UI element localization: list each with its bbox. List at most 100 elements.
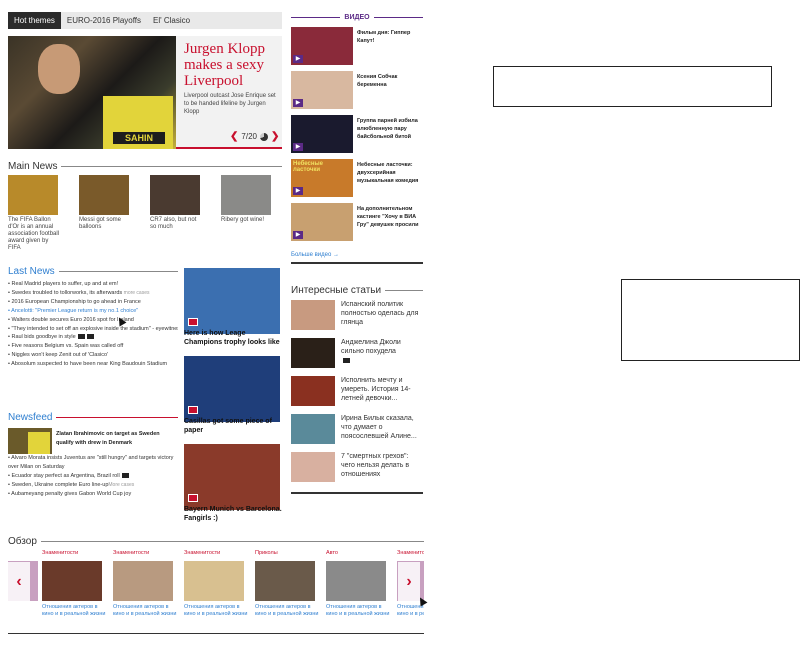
last-news-text[interactable]: Niggles won't keep Zenit out of 'Clasico… (11, 352, 108, 358)
obzor-thumb[interactable] (184, 561, 244, 601)
newsfeed-item[interactable]: Aubameyang penalty gives Gabon World Cup… (8, 490, 178, 499)
chevron-left-icon[interactable]: ‹ (8, 562, 30, 602)
article-thumb[interactable] (291, 338, 335, 368)
article-title[interactable]: Исполнить мечту и умереть. История 14-ле… (341, 376, 423, 403)
newsfeed-item[interactable]: Alvaro Morata insists Juventus are "stil… (8, 454, 178, 472)
obzor-thumb[interactable] (113, 561, 173, 601)
hero-subtitle: Liverpool outcast Jose Enrique set to be… (184, 93, 276, 115)
last-news-item[interactable]: Abosolum suspected to have been near Kin… (8, 360, 178, 369)
obzor-title[interactable]: Отношения актеров в кино и в реальной жи… (42, 604, 106, 617)
photo-gallery-icon (188, 406, 198, 414)
video-title[interactable]: Небесные ласточки: двухсерийная музыкаль… (357, 161, 421, 185)
hero-image[interactable]: SAHIN (8, 36, 176, 149)
main-news-caption[interactable]: CR7 also, but not so much (150, 217, 202, 231)
video-title[interactable]: ВИДЕО (344, 14, 369, 21)
last-news-text[interactable]: Raul bids goodbye in style (11, 334, 75, 340)
photo-card-title[interactable]: Here is how Leage Champions trophy looks… (184, 330, 282, 347)
newsfeed-text[interactable]: Alvaro Morata insists Juventus are "stil… (8, 455, 173, 470)
hero-slider: SAHIN Jurgen Klopp makes a sexy Liverpoo… (8, 36, 282, 149)
interesting-title[interactable]: Интересные статьи (291, 285, 381, 296)
obzor-thumb[interactable] (326, 561, 386, 601)
article-thumb[interactable] (291, 376, 335, 406)
main-news-thumb[interactable] (79, 175, 129, 215)
last-news-text[interactable]: "They intended to set off an explosive i… (11, 326, 178, 332)
article-title[interactable]: Испанский политик полностью оделась для … (341, 300, 423, 327)
obzor-category[interactable]: Знаменитости (113, 550, 149, 556)
video-title[interactable]: На дополнительном кастинге "Хочу в ВИА Г… (357, 205, 421, 229)
obzor-category[interactable]: Приколы (255, 550, 278, 556)
main-news-title[interactable]: Main News (8, 161, 57, 172)
newsfeed-text[interactable]: Sweden, Ukraine complete Euro line-up (11, 482, 108, 488)
main-news-thumb[interactable] (150, 175, 200, 215)
obzor-title[interactable]: Обзор (8, 536, 37, 547)
tab-el-clasico[interactable]: El' Clasico (147, 12, 196, 29)
video-icon (86, 334, 94, 340)
article-thumb[interactable] (291, 300, 335, 330)
video-title[interactable]: Группа парней избила влюбленную пару бай… (357, 117, 421, 141)
newsfeed-item[interactable]: Ecuador stay perfect as Argentina, Brazi… (8, 472, 178, 481)
obzor-title[interactable]: Отношения актеров в кино и в реальной жи… (184, 604, 248, 617)
article-thumb[interactable] (291, 452, 335, 482)
last-news-item[interactable]: Real Madrid players to suffer, up and at… (8, 280, 178, 289)
last-news-item[interactable]: Raul bids goodbye in style (8, 333, 178, 342)
tab-euro-playoffs[interactable]: EURO-2016 Playoffs (61, 12, 147, 29)
obzor-title[interactable]: Отношения актеров в кино и в реальной жи… (326, 604, 390, 617)
newsfeed-item[interactable]: Sweden, Ukraine complete Euro line-upMor… (8, 481, 178, 490)
last-news-item[interactable]: Ancelotti: "Premier League return is my … (8, 307, 178, 316)
ad-banner-top[interactable] (493, 66, 772, 107)
article-title[interactable]: Анджелина Джоли сильно похудела (341, 338, 423, 356)
main-news-thumb[interactable] (8, 175, 58, 215)
newsfeed-text[interactable]: Ecuador stay perfect as Argentina, Brazi… (11, 473, 119, 479)
video-title[interactable]: Ксения Собчак беременна (357, 73, 421, 89)
obzor-category[interactable]: Знаменитости (184, 550, 220, 556)
last-news-text[interactable]: Abosolum suspected to have been near Kin… (11, 361, 167, 367)
last-news-title[interactable]: Last News (8, 266, 55, 277)
hero-title[interactable]: Jurgen Klopp makes a sexy Liverpool (184, 41, 280, 89)
photo-card-title[interactable]: Bayern Munich vs Barcelona. Fangirls :) (184, 506, 282, 523)
obzor-thumb[interactable] (42, 561, 102, 601)
main-news-thumb[interactable] (221, 175, 271, 215)
last-news-item[interactable]: Niggles won't keep Zenit out of 'Clasico… (8, 351, 178, 360)
chevron-right-icon[interactable]: ❯ (271, 131, 279, 142)
newsfeed-title[interactable]: Newsfeed (8, 412, 52, 423)
last-news-item[interactable]: 2016 European Championship to go ahead i… (8, 298, 178, 307)
obzor-title[interactable]: Отношения актеров в кино и в реальной жи… (255, 604, 319, 617)
last-news-item[interactable]: "They intended to set off an explosive i… (8, 325, 178, 334)
article-title[interactable]: Ирина Билык сказала, что думает о поясос… (341, 414, 423, 441)
last-news-text[interactable]: Swedes troubled to tollorworks, its afte… (11, 290, 123, 296)
chevron-left-icon[interactable]: ❮ (230, 131, 238, 142)
tab-hot-themes[interactable]: Hot themes (8, 12, 61, 29)
newsfeed-text[interactable]: Aubameyang penalty gives Gabon World Cup… (11, 491, 131, 497)
obzor-thumb[interactable] (255, 561, 315, 601)
photo-card-image[interactable] (184, 268, 280, 334)
chevron-right-icon[interactable]: › (398, 562, 420, 602)
last-news-item[interactable]: Walters double secures Euro 2016 spot fo… (8, 316, 178, 325)
article-title[interactable]: 7 "смертных грехов": чего нельзя делать … (341, 452, 423, 479)
last-news-text[interactable]: Five reasons Belgium vs. Spain was calle… (11, 343, 123, 349)
photo-card-image[interactable] (184, 444, 280, 510)
photo-card-image[interactable] (184, 356, 280, 422)
article-thumb[interactable] (291, 414, 335, 444)
photo-card-title[interactable]: Casillas got some piece of paper (184, 418, 282, 435)
main-news-caption[interactable]: Messi got some balloons (79, 217, 131, 231)
camera-icon (121, 472, 129, 478)
last-news-item[interactable]: Swedes troubled to tollorworks, its afte… (8, 289, 178, 298)
newsfeed-lead-image[interactable] (8, 428, 52, 454)
last-news-text[interactable]: Ancelotti: "Premier League return is my … (11, 308, 138, 314)
last-news-item[interactable]: Five reasons Belgium vs. Spain was calle… (8, 342, 178, 351)
newsfeed-muted: More cases (108, 481, 135, 488)
obzor-category[interactable]: Знаменитости (397, 550, 424, 556)
obzor-category[interactable]: Знаменитости (42, 550, 78, 556)
newsfeed-lead-title[interactable]: Zlatan Ibrahimovic on target as Sweden q… (56, 430, 176, 448)
obzor-category[interactable]: Авто (326, 550, 338, 556)
main-news-caption[interactable]: Ribery got wine! (221, 217, 273, 224)
more-video-link[interactable]: Больше видео → (291, 252, 339, 258)
last-news-text[interactable]: 2016 European Championship to go ahead i… (11, 299, 140, 305)
hero-pagination: ❮ 7/20 ❯ (230, 131, 279, 142)
main-news-caption[interactable]: The FIFA Ballon d'Or is an annual associ… (8, 217, 60, 252)
main-news-grid: The FIFA Ballon d'Or is an annual associ… (8, 175, 282, 251)
obzor-title[interactable]: Отношения актеров в кино и в реальной жи… (113, 604, 177, 617)
ad-banner-side[interactable] (621, 279, 800, 361)
last-news-text[interactable]: Real Madrid players to suffer, up and at… (11, 281, 118, 287)
video-title[interactable]: Фильм дня: Гиппер Капут! (357, 29, 421, 45)
